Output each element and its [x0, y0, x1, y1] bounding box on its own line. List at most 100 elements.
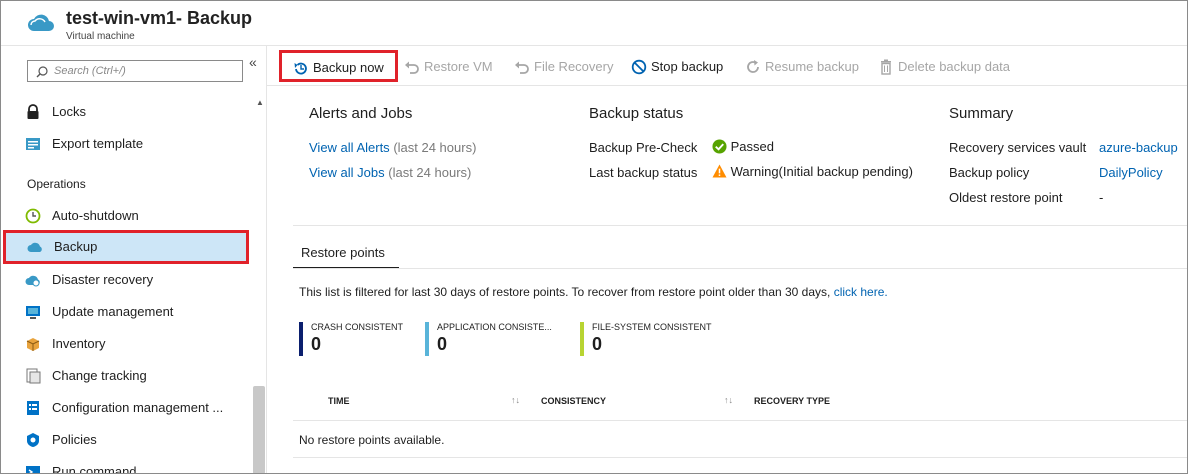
last-backup-label: Last backup status	[589, 165, 698, 180]
sidebar-item-inventory[interactable]: Inventory	[1, 328, 249, 360]
counter-label: CRASH CONSISTENT	[311, 322, 404, 332]
alerts-time-window: (last 24 hours)	[393, 140, 477, 155]
summary-heading: Summary	[949, 105, 1014, 122]
view-all-alerts-link[interactable]: View all Alerts	[309, 140, 390, 155]
sidebar-item-configuration-management[interactable]: Configuration management ...	[1, 392, 249, 424]
search-box[interactable]	[27, 60, 243, 82]
warning-icon	[712, 164, 727, 178]
section-divider	[293, 225, 1187, 226]
sort-icon[interactable]: ↑↓	[511, 395, 520, 405]
tab-restore-points[interactable]: Restore points	[293, 245, 399, 269]
lock-icon	[27, 104, 39, 119]
sort-icon[interactable]: ↑↓	[724, 395, 733, 405]
precheck-value: Passed	[730, 139, 774, 154]
counter-label: APPLICATION CONSISTE...	[437, 322, 552, 332]
sidebar-item-label: Disaster recovery	[52, 272, 154, 287]
vault-link[interactable]: azure-backup	[1099, 140, 1178, 155]
backup-now-label: Backup now	[313, 60, 384, 75]
last-backup-value: Warning(Initial backup pending)	[730, 164, 913, 179]
policy-label: Backup policy	[949, 165, 1030, 180]
counter-value: 0	[311, 334, 322, 354]
backup-status-heading: Backup status	[589, 105, 684, 122]
page-title: test-win-vm1- Backup	[66, 8, 253, 28]
policies-icon	[27, 433, 39, 447]
sidebar-item-label: Locks	[52, 104, 86, 119]
sidebar-item-update-management[interactable]: Update management	[1, 296, 249, 328]
sidebar-item-auto-shutdown[interactable]: Auto-shutdown	[1, 200, 249, 232]
sidebar: « ▲ Locks Export template	[1, 46, 267, 473]
inventory-icon	[26, 338, 40, 351]
delete-backup-data-label: Delete backup data	[898, 59, 1011, 74]
app-window: test-win-vm1- Backup Virtual machine « ▲…	[0, 0, 1188, 474]
counter-label: FILE-SYSTEM CONSISTENT	[592, 322, 712, 332]
sidebar-scrollbar[interactable]	[253, 386, 265, 473]
configuration-icon	[27, 401, 39, 415]
counter-value: 0	[592, 334, 603, 354]
last-backup-status: Warning(Initial backup pending)	[712, 164, 913, 179]
column-header-recovery-type[interactable]: RECOVERY TYPE	[754, 396, 830, 406]
sidebar-item-policies[interactable]: Policies	[1, 424, 249, 456]
sidebar-item-run-command[interactable]: Run command	[1, 456, 249, 473]
scroll-up-arrow[interactable]: ▲	[256, 98, 264, 107]
restore-vm-label: Restore VM	[424, 59, 493, 74]
stop-icon	[631, 59, 647, 75]
sidebar-item-label: Change tracking	[52, 368, 147, 383]
trash-icon	[881, 59, 891, 75]
undo-icon	[515, 61, 529, 74]
sidebar-item-export-template[interactable]: Export template	[1, 128, 249, 160]
backup-cloud-icon	[27, 242, 42, 252]
view-all-jobs-link[interactable]: View all Jobs	[309, 165, 385, 180]
vault-label: Recovery services vault	[949, 140, 1087, 155]
file-system-consistent-counter: FILE-SYSTEM CONSISTENT 0	[580, 322, 712, 356]
undo-icon	[405, 61, 419, 74]
refresh-icon	[747, 60, 759, 73]
sidebar-item-label: Auto-shutdown	[52, 208, 139, 223]
precheck-status: Passed	[712, 139, 774, 154]
disaster-recovery-icon	[25, 275, 40, 287]
sidebar-item-label: Configuration management ...	[52, 400, 224, 415]
page-subtitle: Virtual machine	[66, 31, 135, 42]
oldest-restore-label: Oldest restore point	[949, 190, 1063, 205]
sidebar-item-label: Backup	[54, 239, 98, 254]
alerts-jobs-heading: Alerts and Jobs	[309, 105, 413, 122]
run-command-icon	[26, 466, 40, 473]
application-consistent-counter: APPLICATION CONSISTE... 0	[425, 322, 552, 356]
resume-backup-label: Resume backup	[765, 59, 859, 74]
section-heading-operations: Operations	[27, 177, 86, 191]
view-jobs-row: View all Jobs (last 24 hours)	[309, 165, 471, 180]
sidebar-item-label: Update management	[52, 304, 174, 319]
filter-note-text: This list is filtered for last 30 days o…	[299, 285, 831, 299]
change-tracking-icon	[26, 368, 41, 384]
column-header-time[interactable]: TIME	[328, 396, 350, 406]
clock-icon	[25, 208, 41, 224]
sidebar-item-locks[interactable]: Locks	[1, 96, 249, 128]
backup-now-button[interactable]: Backup now	[279, 50, 398, 82]
view-alerts-row: View all Alerts (last 24 hours)	[309, 140, 476, 155]
empty-table-message: No restore points available.	[299, 433, 445, 447]
backup-cloud-icon	[28, 14, 54, 31]
table-bottom-divider	[293, 457, 1187, 458]
sidebar-item-label: Inventory	[52, 336, 106, 351]
collapse-sidebar-button[interactable]: «	[249, 54, 257, 70]
column-header-consistency[interactable]: CONSISTENCY	[541, 396, 606, 406]
stop-backup-label: Stop backup	[651, 59, 724, 74]
filter-note: This list is filtered for last 30 days o…	[299, 285, 888, 299]
policy-link[interactable]: DailyPolicy	[1099, 165, 1163, 180]
file-recovery-label: File Recovery	[534, 59, 614, 74]
backup-now-icon	[294, 62, 307, 75]
search-icon	[36, 66, 48, 78]
search-input[interactable]	[54, 63, 234, 79]
sidebar-item-disaster-recovery[interactable]: Disaster recovery	[1, 264, 249, 296]
export-template-icon	[26, 138, 40, 150]
crash-consistent-counter: CRASH CONSISTENT 0	[299, 322, 419, 356]
sidebar-item-backup[interactable]: Backup	[3, 230, 249, 264]
table-header-divider	[293, 420, 1187, 421]
command-bar: Backup now Restore VM File Recovery Stop…	[267, 46, 1187, 86]
precheck-label: Backup Pre-Check	[589, 140, 698, 155]
jobs-time-window: (last 24 hours)	[388, 165, 472, 180]
click-here-link[interactable]: click here.	[834, 285, 888, 299]
sidebar-item-label: Export template	[52, 136, 144, 151]
sidebar-item-change-tracking[interactable]: Change tracking	[1, 360, 249, 392]
success-check-icon	[712, 139, 727, 154]
tab-underline-divider	[293, 268, 1187, 269]
